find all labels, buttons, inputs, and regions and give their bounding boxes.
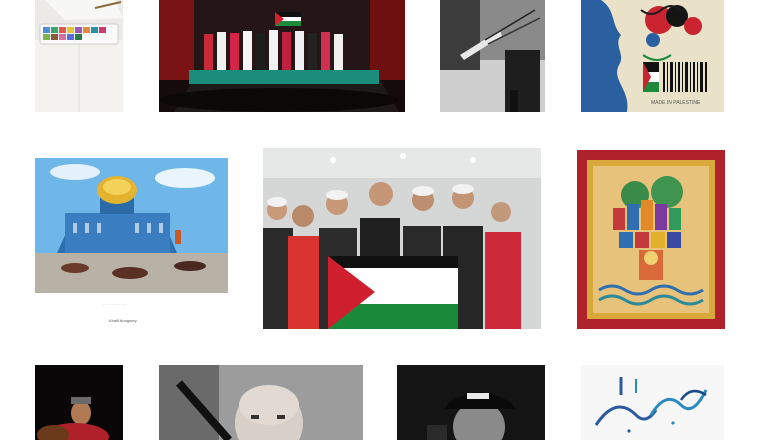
gallery-tile-troupe-with-flag[interactable] [263, 148, 541, 329]
troupe-with-flag-image [263, 148, 541, 329]
made-in-palestine-poster-image: MADE IN PALESTINE [581, 0, 724, 112]
gallery-tile-dabke-stage[interactable] [159, 0, 405, 112]
gallery-tile-oud-player[interactable] [35, 365, 123, 440]
artist-studio-image [440, 0, 545, 112]
gallery-tile-jerusalem-tile-art[interactable] [577, 150, 725, 329]
svg-text:. . . . . . . . . . .: . . . . . . . . . . . [103, 301, 126, 306]
rapper-portrait-image [397, 365, 545, 440]
clarinet-player-image [159, 365, 363, 440]
poster-caption: MADE IN PALESTINE [651, 100, 701, 106]
arabic-calligraphy-image [581, 365, 724, 440]
gallery-tile-dome-of-rock-painting[interactable]: . . . . . . . . . . . Khalil Anoguery [35, 158, 228, 329]
gallery-tile-watercolor-palette[interactable] [35, 0, 123, 112]
oud-player-image [35, 365, 123, 440]
gallery-tile-clarinet-player[interactable] [159, 365, 363, 440]
watercolor-palette-image [35, 0, 123, 112]
dome-of-rock-painting-image: . . . . . . . . . . . Khalil Anoguery [35, 158, 228, 329]
gallery-tile-arabic-calligraphy[interactable] [581, 365, 724, 440]
gallery-tile-artist-studio[interactable] [440, 0, 545, 112]
gallery-tile-made-in-palestine-poster[interactable]: MADE IN PALESTINE [581, 0, 724, 112]
dabke-stage-image [159, 0, 405, 112]
painting-caption: Khalil Anoguery [109, 318, 137, 323]
gallery-tile-rapper-portrait[interactable] [397, 365, 545, 440]
jerusalem-tile-art-image [577, 150, 725, 329]
